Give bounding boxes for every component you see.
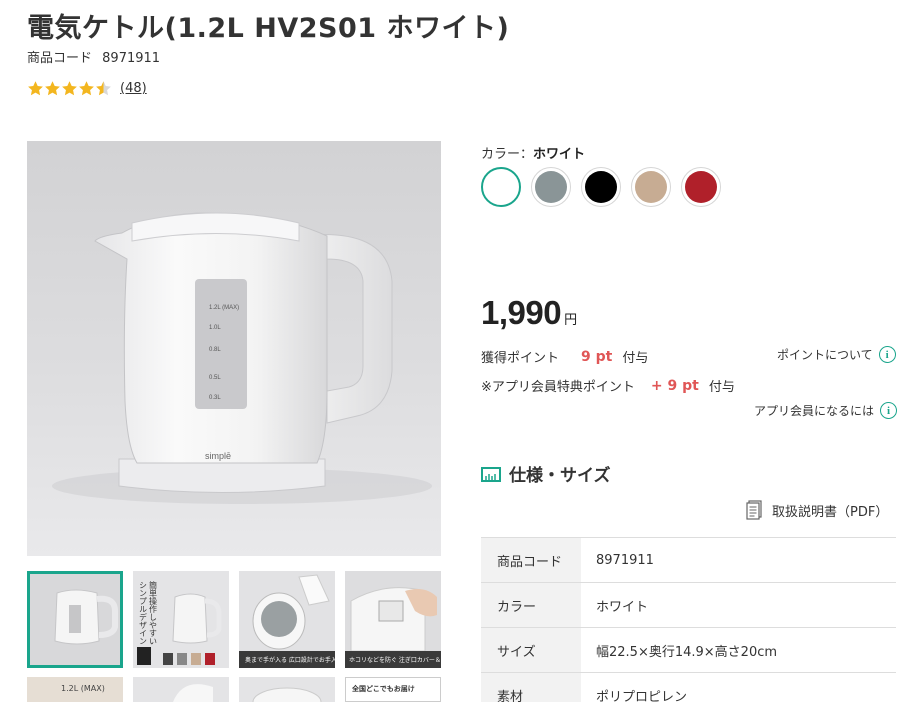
thumb4-caption: ホコリなどを防ぐ 注ぎ口カバー＆メッシュフィルター xyxy=(349,656,441,664)
price: 1,990 円 xyxy=(481,294,577,332)
thumb6-banner: 全国どこでもお届け xyxy=(352,685,415,693)
scale-mark: 1.0L xyxy=(209,325,221,331)
rating-stars xyxy=(27,80,112,97)
price-unit: 円 xyxy=(564,313,578,328)
table-row: サイズ 幅22.5×奥行14.9×高さ20cm xyxy=(481,628,896,673)
thumbnail-7[interactable] xyxy=(239,677,335,702)
thumb3-caption: 奥まで手が入る 広口設計でお手入れ簡単 xyxy=(245,656,335,664)
swatch-beige[interactable] xyxy=(631,167,671,207)
about-points-link[interactable]: ポイントについて i xyxy=(777,346,896,363)
half-star-icon xyxy=(96,81,111,96)
thumbnail-5[interactable]: 1.2L (MAX) xyxy=(27,677,123,702)
star-icon xyxy=(79,81,94,96)
swatch-black[interactable] xyxy=(581,167,621,207)
info-icon: i xyxy=(878,346,896,363)
spec-key: 素材 xyxy=(481,673,581,702)
thumbnail-4[interactable]: ホコリなどを防ぐ 注ぎ口カバー＆メッシュフィルター xyxy=(345,571,441,668)
main-product-image[interactable]: 1.2L (MAX) 1.0L 0.8L 0.5L 0.3L simplē xyxy=(27,141,441,556)
spec-value: ホワイト xyxy=(596,599,649,615)
color-label: カラー：ホワイト xyxy=(481,147,586,162)
swatch-white[interactable] xyxy=(481,167,521,207)
product-title: 電気ケトル(1.2L HV2S01 ホワイト) xyxy=(27,13,510,44)
star-icon xyxy=(62,81,77,96)
spec-key: カラー xyxy=(481,583,581,627)
selected-color-name: ホワイト xyxy=(533,147,586,162)
info-icon: i xyxy=(880,402,898,419)
kettle-illustration: 1.2L (MAX) 1.0L 0.8L 0.5L 0.3L simplē xyxy=(52,212,432,504)
earn-points-row: 獲得ポイント 9 pt 付与 xyxy=(481,347,649,367)
scale-mark: 0.5L xyxy=(209,375,221,381)
spec-title: 仕様・サイズ xyxy=(509,466,611,486)
earn-points-suffix: 付与 xyxy=(622,351,649,366)
earn-points-value: 9 pt xyxy=(581,348,613,365)
swatch-red[interactable] xyxy=(681,167,721,207)
thumbnail-3[interactable]: 奥まで手が入る 広口設計でお手入れ簡単 xyxy=(239,571,335,668)
thumbnail-8[interactable]: 全国どこでもお届け xyxy=(345,677,441,702)
app-points-row: ※アプリ会員特典ポイント + 9 pt 付与 xyxy=(481,376,735,396)
brand-logo: simplē xyxy=(205,451,231,461)
price-value: 1,990 xyxy=(481,294,562,331)
scale-mark: 0.8L xyxy=(209,347,221,353)
spec-heading: 仕様・サイズ xyxy=(481,461,611,486)
product-code: 商品コード 8971911 xyxy=(27,47,166,66)
star-icon xyxy=(28,81,43,96)
rating: (48) xyxy=(27,80,147,97)
spec-value: 8971911 xyxy=(596,552,654,568)
ruler-icon xyxy=(481,466,501,482)
app-points-label: ※アプリ会員特典ポイント xyxy=(481,380,635,395)
table-row: カラー ホワイト xyxy=(481,583,896,628)
spec-value: ポリプロピレン xyxy=(596,689,688,702)
spec-value: 幅22.5×奥行14.9×高さ20cm xyxy=(596,644,778,660)
spec-table: 商品コード 8971911 カラー ホワイト サイズ 幅22.5×奥行14.9×… xyxy=(481,537,896,702)
review-count-link[interactable]: (48) xyxy=(120,81,147,96)
product-code-label: 商品コード xyxy=(27,51,93,66)
app-points-value: + 9 pt xyxy=(650,377,699,394)
color-swatches xyxy=(481,167,731,207)
thumb2-line1: 簡単操作しやすい xyxy=(149,580,158,645)
swatch-gray[interactable] xyxy=(531,167,571,207)
thumb2-line2: シンプルデザイン xyxy=(139,581,148,645)
scale-mark: 1.2L (MAX) xyxy=(209,305,239,311)
thumbnail-1[interactable] xyxy=(27,571,123,668)
app-points-suffix: 付与 xyxy=(708,380,735,395)
manual-pdf-link[interactable]: 取扱説明書（PDF） xyxy=(746,500,888,520)
thumb5-mark: 1.2L (MAX) xyxy=(61,684,105,693)
spec-key: サイズ xyxy=(481,628,581,672)
document-icon xyxy=(746,500,762,520)
thumbnail-6[interactable] xyxy=(133,677,229,702)
thumbnail-strip: 簡単操作しやすい シンプルデザイン 奥まで手が入る 広口設計でお手入れ簡単 xyxy=(27,571,441,702)
earn-points-label: 獲得ポイント xyxy=(481,351,560,366)
thumbnail-2[interactable]: 簡単操作しやすい シンプルデザイン xyxy=(133,571,229,668)
star-icon xyxy=(45,81,60,96)
table-row: 商品コード 8971911 xyxy=(481,538,896,583)
product-code-value: 8971911 xyxy=(102,51,161,66)
table-row: 素材 ポリプロピレン xyxy=(481,673,896,702)
scale-mark: 0.3L xyxy=(209,395,221,401)
become-app-member-link[interactable]: アプリ会員になるには i xyxy=(754,402,898,419)
spec-key: 商品コード xyxy=(481,538,581,582)
